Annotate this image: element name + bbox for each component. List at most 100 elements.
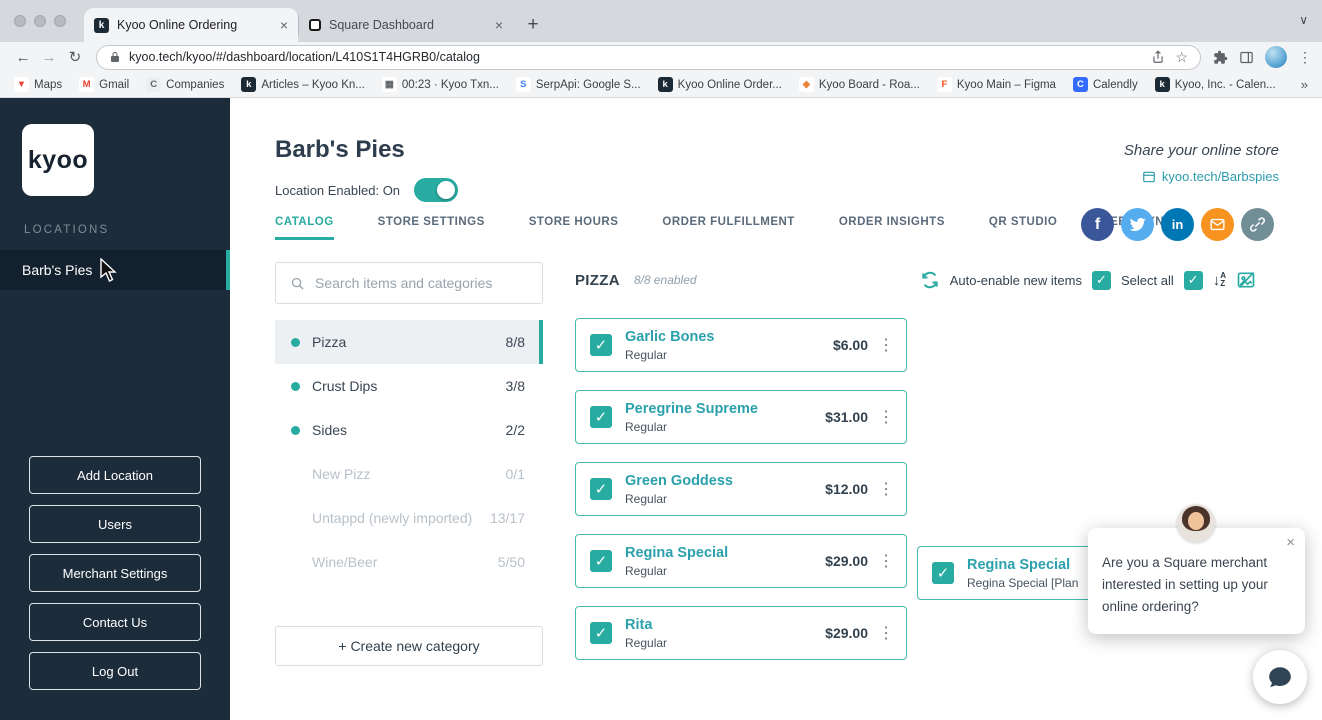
browser-tab-strip: k Kyoo Online Ordering × Square Dashboar… <box>0 0 1322 42</box>
side-panel-icon[interactable] <box>1239 50 1254 65</box>
enabled-dot-icon <box>291 381 300 391</box>
hide-images-icon[interactable] <box>1236 270 1256 290</box>
twitter-icon[interactable] <box>1121 208 1154 241</box>
link-icon[interactable] <box>1241 208 1274 241</box>
store-link[interactable]: kyoo.tech/Barbspies <box>1124 169 1279 184</box>
select-all-checkbox[interactable]: ✓ <box>1091 270 1111 290</box>
tab-close-icon[interactable]: × <box>495 17 503 33</box>
category-list: Pizza 8/8 Crust Dips 3/8 Sides 2/2 New P… <box>275 320 543 584</box>
item-menu-icon[interactable]: ⋮ <box>878 551 894 571</box>
category-crust-dips[interactable]: Crust Dips 3/8 <box>275 364 543 408</box>
bookmark-favicon: ◆ <box>798 77 814 92</box>
bookmarks-overflow-chevron[interactable]: » <box>1301 77 1308 92</box>
enabled-dot-icon <box>291 425 300 435</box>
merchant-settings-button[interactable]: Merchant Settings <box>29 554 201 592</box>
share-icon[interactable] <box>1151 50 1165 64</box>
item-checkbox[interactable]: ✓ <box>590 622 612 644</box>
item-card-peregrine-supreme[interactable]: ✓ Peregrine Supreme Regular $31.00 ⋮ <box>575 390 907 444</box>
location-name: Barb's Pies <box>22 262 93 278</box>
mouse-cursor <box>100 258 117 282</box>
sort-checkbox[interactable]: ✓ <box>1183 270 1203 290</box>
chat-close-icon[interactable]: × <box>1286 534 1295 551</box>
item-card-green-goddess[interactable]: ✓ Green Goddess Regular $12.00 ⋮ <box>575 462 907 516</box>
create-category-button[interactable]: + Create new category <box>275 626 543 666</box>
category-untappd[interactable]: Untappd (newly imported) 13/17 <box>275 496 543 540</box>
toggle-knob <box>437 181 456 199</box>
bookmark-maps[interactable]: ▼ Maps <box>14 77 62 92</box>
bookmark-serpapi[interactable]: S SerpApi: Google S... <box>515 77 641 92</box>
item-price: $31.00 <box>825 409 868 425</box>
item-menu-icon[interactable]: ⋮ <box>878 407 894 427</box>
item-card-regina-special[interactable]: ✓ Regina Special Regular $29.00 ⋮ <box>575 534 907 588</box>
minimize-window-button[interactable] <box>34 15 46 27</box>
add-location-button[interactable]: Add Location <box>29 456 201 494</box>
bookmark-kyoo-online[interactable]: k Kyoo Online Order... <box>657 77 782 92</box>
contact-us-button[interactable]: Contact Us <box>29 603 201 641</box>
tab-order-fulfillment[interactable]: ORDER FULFILLMENT <box>662 216 794 240</box>
bookmark-favicon: S <box>515 77 531 92</box>
browser-tab-square[interactable]: Square Dashboard × <box>299 8 513 42</box>
item-checkbox[interactable]: ✓ <box>590 478 612 500</box>
browser-menu-icon[interactable]: ⋮ <box>1298 49 1312 66</box>
users-button[interactable]: Users <box>29 505 201 543</box>
bookmark-gmail[interactable]: M Gmail <box>79 77 129 92</box>
forward-button[interactable]: → <box>36 49 62 66</box>
log-out-button[interactable]: Log Out <box>29 652 201 690</box>
new-tab-button[interactable]: + <box>519 11 547 39</box>
catalog-search[interactable] <box>275 262 543 304</box>
bookmark-favicon: k <box>657 77 673 92</box>
bookmark-favicon: C <box>146 77 162 92</box>
tab-catalog[interactable]: CATALOG <box>275 216 334 240</box>
email-icon[interactable] <box>1201 208 1234 241</box>
bookmark-kyoo-calendar[interactable]: k Kyoo, Inc. - Calen... <box>1154 77 1276 92</box>
item-menu-icon[interactable]: ⋮ <box>878 623 894 643</box>
location-enabled-toggle[interactable] <box>414 178 459 202</box>
category-wine-beer[interactable]: Wine/Beer 5/50 <box>275 540 543 584</box>
category-section-title: PIZZA <box>575 271 620 289</box>
bookmark-favicon: M <box>79 77 95 92</box>
zoom-window-button[interactable] <box>54 15 66 27</box>
item-card-garlic-bones[interactable]: ✓ Garlic Bones Regular $6.00 ⋮ <box>575 318 907 372</box>
item-menu-icon[interactable]: ⋮ <box>878 335 894 355</box>
bookmark-figma[interactable]: F Kyoo Main – Figma <box>936 77 1056 92</box>
tab-store-settings[interactable]: STORE SETTINGS <box>378 216 485 240</box>
enabled-dot-icon <box>291 337 300 347</box>
bookmark-kyoo-txn[interactable]: ▦ 00:23 · Kyoo Txn... <box>381 77 499 92</box>
bookmark-favicon: F <box>936 77 952 92</box>
category-new-pizz[interactable]: New Pizz 0/1 <box>275 452 543 496</box>
chat-launcher-button[interactable] <box>1253 650 1307 704</box>
tab-store-hours[interactable]: STORE HOURS <box>529 216 619 240</box>
linkedin-icon[interactable]: in <box>1161 208 1194 241</box>
item-card-rita[interactable]: ✓ Rita Regular $29.00 ⋮ <box>575 606 907 660</box>
tab-order-insights[interactable]: ORDER INSIGHTS <box>839 216 945 240</box>
item-menu-icon[interactable]: ⋮ <box>878 479 894 499</box>
close-window-button[interactable] <box>14 15 26 27</box>
tab-search-chevron-icon[interactable]: ∨ <box>1299 13 1308 27</box>
extensions-puzzle-icon[interactable] <box>1213 50 1228 65</box>
profile-avatar-button[interactable] <box>1265 46 1287 68</box>
item-checkbox[interactable]: ✓ <box>590 550 612 572</box>
tab-close-icon[interactable]: × <box>280 17 288 33</box>
category-sides[interactable]: Sides 2/2 <box>275 408 543 452</box>
sync-icon[interactable] <box>920 270 940 290</box>
bookmark-calendly[interactable]: C Calendly <box>1072 77 1138 92</box>
back-button[interactable]: ← <box>10 49 36 66</box>
bookmark-companies[interactable]: C Companies <box>146 77 224 92</box>
browser-tab-kyoo[interactable]: k Kyoo Online Ordering × <box>84 8 298 42</box>
bookmark-kyoo-board[interactable]: ◆ Kyoo Board - Roa... <box>798 77 920 92</box>
search-input[interactable] <box>315 275 528 291</box>
bookmark-articles[interactable]: k Articles – Kyoo Kn... <box>241 77 365 92</box>
category-pizza[interactable]: Pizza 8/8 <box>275 320 543 364</box>
item-checkbox[interactable]: ✓ <box>590 406 612 428</box>
bookmark-star-icon[interactable]: ☆ <box>1175 49 1188 66</box>
sort-az-icon[interactable]: ↓ A Z <box>1213 272 1226 289</box>
address-bar[interactable]: kyoo.tech/kyoo/#/dashboard/location/L410… <box>96 44 1201 70</box>
item-checkbox[interactable]: ✓ <box>932 562 954 584</box>
tab-title: Kyoo Online Ordering <box>117 18 238 32</box>
browser-toolbar: ← → ↻ kyoo.tech/kyoo/#/dashboard/locatio… <box>0 42 1322 72</box>
tab-qr-studio[interactable]: QR STUDIO <box>989 216 1057 240</box>
bookmark-favicon: k <box>241 77 257 92</box>
reload-button[interactable]: ↻ <box>62 48 88 66</box>
facebook-icon[interactable]: f <box>1081 208 1114 241</box>
item-checkbox[interactable]: ✓ <box>590 334 612 356</box>
